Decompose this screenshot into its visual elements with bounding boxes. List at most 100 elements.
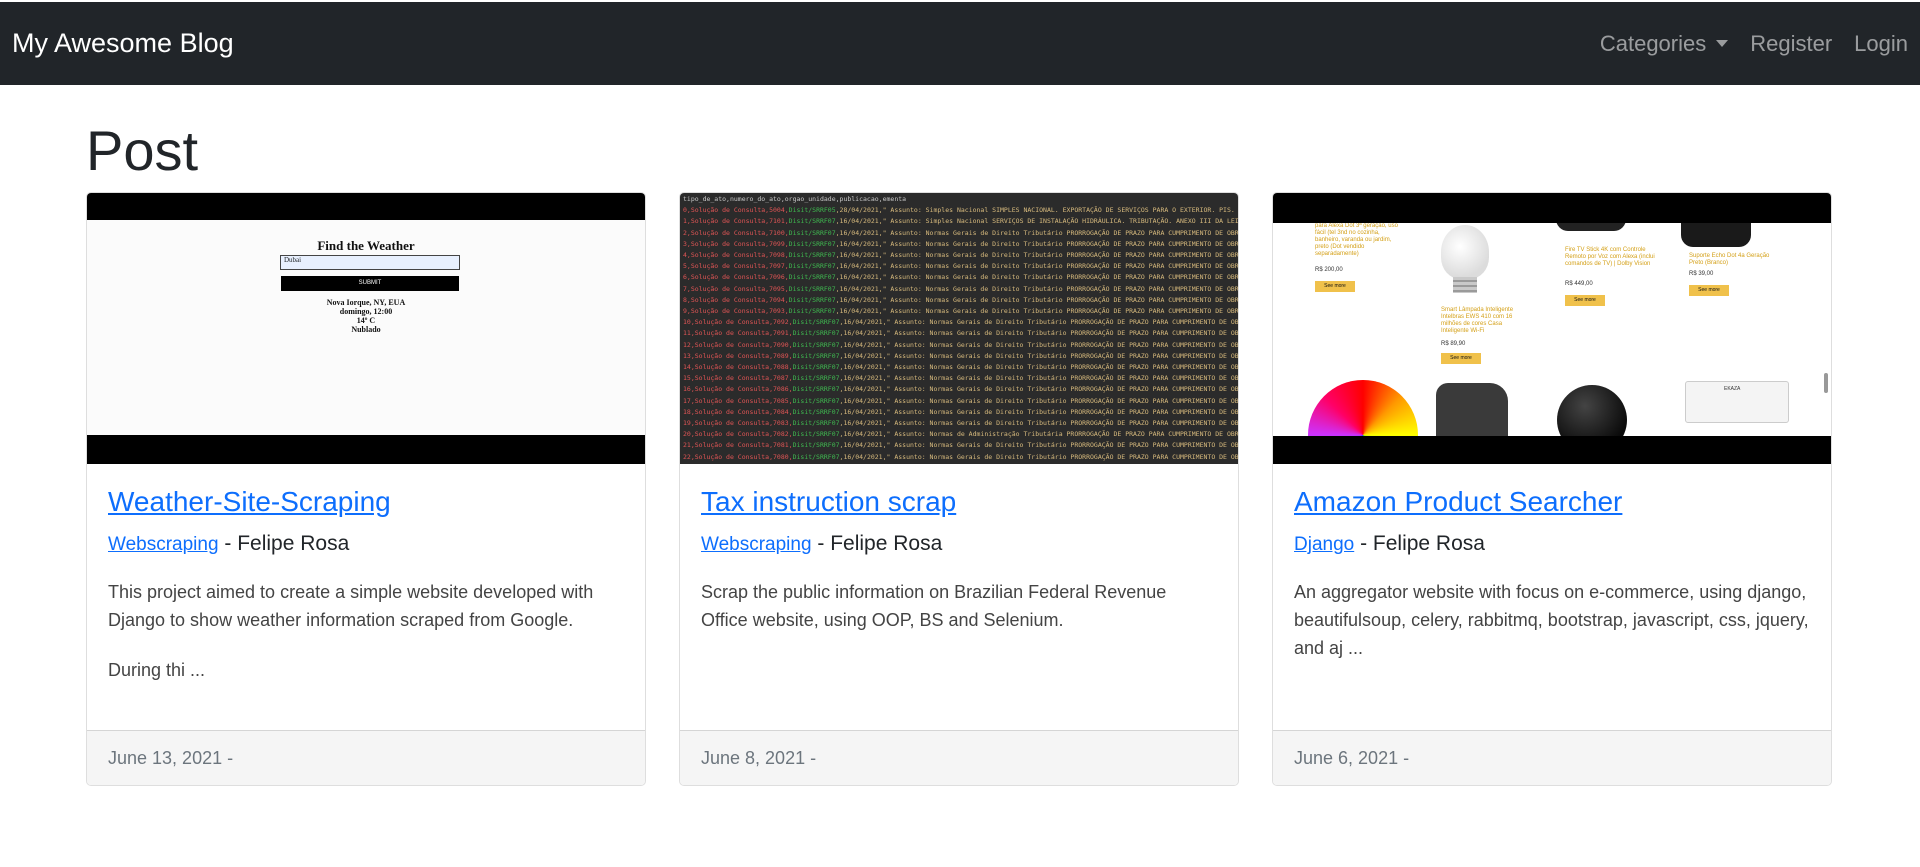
post-title-link[interactable]: Amazon Product Searcher — [1294, 486, 1622, 518]
thumb-weather-info: Nova Iorque, NY, EUA domingo, 12:00 14º … — [87, 298, 645, 334]
terminal-cell: 22,Solução de Consulta,7080, — [683, 452, 793, 461]
color-bulb-image — [1308, 380, 1418, 436]
thumbnail-canvas: Find the Weather Dubai SUBMIT Nova Iorqu… — [87, 220, 645, 435]
thumb-line: 14º C — [356, 316, 376, 325]
terminal-row: 19,Solução de Consulta,7083,Disit/SRRF07… — [683, 418, 1238, 429]
author: - Felipe Rosa — [224, 532, 350, 555]
terminal-cell: 8,Solução de Consulta,7094, — [683, 295, 789, 304]
terminal-row: 14,Solução de Consulta,7088,Disit/SRRF07… — [683, 362, 1238, 373]
terminal-row: 5,Solução de Consulta,7097,Disit/SRRF07,… — [683, 261, 1238, 272]
terminal-row: 15,Solução de Consulta,7087,Disit/SRRF07… — [683, 373, 1238, 384]
terminal-row: 7,Solução de Consulta,7095,Disit/SRRF07,… — [683, 284, 1238, 295]
switch-image: EKAZA — [1685, 381, 1789, 423]
terminal-cell: 9,Solução de Consulta,7093, — [683, 307, 789, 316]
thumbnail-terminal: tipo_de_ato,numero_do_ato,orgao_unidade,… — [680, 193, 1238, 464]
terminal-cell: ,16/04/2021," Assunto: Normas Gerais de … — [835, 228, 1238, 237]
terminal-cell: Disit/SRRF07 — [788, 284, 836, 293]
post-thumbnail[interactable]: para Alexa Dot 3ª geração, uso fácil (te… — [1273, 193, 1831, 464]
navbar: My Awesome Blog Categories Register Logi… — [0, 2, 1920, 85]
terminal-cell: 20,Solução de Consulta,7082, — [683, 430, 793, 439]
terminal-row: 11,Solução de Consulta,7091,Disit/SRRF07… — [683, 328, 1238, 339]
terminal-cell: 7,Solução de Consulta,7095, — [683, 284, 789, 293]
card-footer: June 6, 2021 - — [1273, 730, 1831, 785]
thumb-product-text: Suporte Echo Dot 4a Geração Preto (Branc… — [1689, 253, 1770, 266]
terminal-cell: ,16/04/2021," Assunto: Normas Gerais de … — [839, 407, 1238, 416]
terminal-row: 17,Solução de Consulta,7085,Disit/SRRF07… — [683, 396, 1238, 407]
smart-plug-image — [1436, 383, 1508, 436]
post-excerpt: Scrap the public information on Brazilia… — [701, 582, 1167, 630]
terminal-cell: 3,Solução de Consulta,7099, — [683, 239, 789, 248]
post-card: tipo_de_ato,numero_do_ato,orgao_unidade,… — [679, 192, 1239, 786]
thumb-see-more: See more — [1315, 281, 1355, 292]
terminal-cell: 6,Solução de Consulta,7096, — [683, 273, 789, 282]
thumb-line: domingo, 12:00 — [339, 307, 393, 316]
nav-links: Categories Register Login — [1578, 31, 1908, 57]
terminal-row: 13,Solução de Consulta,7089,Disit/SRRF07… — [683, 351, 1238, 362]
terminal-row: 8,Solução de Consulta,7094,Disit/SRRF07,… — [683, 295, 1238, 306]
post-meta: Webscraping - Felipe Rosa — [108, 532, 624, 556]
terminal-cell: Disit/SRRF07 — [792, 340, 840, 349]
terminal-cell: ,16/04/2021," Assunto: Normas Gerais de … — [839, 374, 1238, 383]
terminal-cell: 2,Solução de Consulta,7100, — [683, 228, 789, 237]
terminal-cell: 1,Solução de Consulta,7101, — [683, 217, 789, 226]
terminal-cell: Disit/SRRF07 — [792, 407, 840, 416]
terminal-cell: ,16/04/2021," Assunto: Normas de Adminis… — [839, 430, 1238, 439]
thumb-line: Nublado — [351, 325, 381, 334]
terminal-row: 20,Solução de Consulta,7082,Disit/SRRF07… — [683, 429, 1238, 440]
terminal-cell: Disit/SRRF07 — [792, 396, 840, 405]
stand-image — [1681, 223, 1751, 247]
terminal-cell: 11,Solução de Consulta,7091, — [683, 329, 793, 338]
terminal-cell: ,16/04/2021," Assunto: Normas Gerais de … — [839, 351, 1238, 360]
terminal-cell: Disit/SRRF05 — [788, 206, 836, 215]
terminal-row: 23,Solução de Consulta,7079,Disit/SRRF07… — [683, 463, 1238, 465]
category-link[interactable]: Django — [1294, 534, 1354, 555]
terminal-cell: 12,Solução de Consulta,7090, — [683, 340, 793, 349]
terminal-cell: Disit/SRRF07 — [788, 217, 836, 226]
terminal-cell: 19,Solução de Consulta,7083, — [683, 419, 793, 428]
login-link[interactable]: Login — [1854, 31, 1908, 57]
thumb-button: SUBMIT — [281, 276, 459, 291]
terminal-cell: Disit/SRRF07 — [792, 329, 840, 338]
thumb-title: Find the Weather — [317, 238, 415, 253]
post-thumbnail[interactable]: Find the Weather Dubai SUBMIT Nova Iorqu… — [87, 193, 645, 464]
terminal-cell: Disit/SRRF07 — [788, 262, 836, 271]
terminal-cell: ,28/04/2021," Assunto: Simples Nacional … — [835, 206, 1238, 215]
terminal-cell: ,16/04/2021," Assunto: Normas Gerais de … — [835, 239, 1238, 248]
category-link[interactable]: Webscraping — [701, 534, 812, 555]
terminal-cell: 18,Solução de Consulta,7084, — [683, 407, 793, 416]
terminal-row: 22,Solução de Consulta,7080,Disit/SRRF07… — [683, 452, 1238, 463]
terminal-cell: Disit/SRRF07 — [792, 441, 840, 450]
terminal-cell: 5,Solução de Consulta,7097, — [683, 262, 789, 271]
register-link[interactable]: Register — [1750, 31, 1832, 57]
caret-down-icon — [1716, 40, 1729, 47]
terminal-cell: 17,Solução de Consulta,7085, — [683, 396, 793, 405]
post-thumbnail[interactable]: tipo_de_ato,numero_do_ato,orgao_unidade,… — [680, 193, 1238, 464]
terminal-row: 2,Solução de Consulta,7100,Disit/SRRF07,… — [683, 228, 1238, 239]
thumb-product-text: Smart Lâmpada Inteligente Intelbras EWS … — [1441, 307, 1514, 334]
terminal-cell: Disit/SRRF07 — [788, 295, 836, 304]
post-title-link[interactable]: Tax instruction scrap — [701, 486, 956, 518]
terminal-cell: 4,Solução de Consulta,7098, — [683, 251, 789, 260]
thumb-product-text: para Alexa Dot 3ª geração, uso fácil (te… — [1315, 223, 1398, 257]
post-date: June 8, 2021 - — [701, 747, 817, 768]
terminal-cell: 0,Solução de Consulta,5004, — [683, 206, 789, 215]
terminal-row: 16,Solução de Consulta,7086,Disit/SRRF07… — [683, 384, 1238, 395]
brand-link[interactable]: My Awesome Blog — [12, 28, 234, 59]
terminal-cell: ,16/04/2021," Assunto: Normas Gerais de … — [839, 396, 1238, 405]
terminal-cell: ,16/04/2021," Assunto: Normas Gerais de … — [835, 273, 1238, 282]
terminal-cell: Disit/SRRF07 — [788, 251, 836, 260]
thumbnail-canvas: para Alexa Dot 3ª geração, uso fácil (te… — [1273, 223, 1831, 436]
category-link[interactable]: Webscraping — [108, 534, 219, 555]
post-title-link[interactable]: Weather-Site-Scraping — [108, 486, 391, 518]
page-title: Post — [86, 119, 199, 182]
thumb-see-more: See more — [1565, 295, 1605, 306]
terminal-cell: ,16/04/2021," Assunto: Normas Gerais de … — [835, 295, 1238, 304]
card-body: Amazon Product Searcher Django - Felipe … — [1273, 464, 1831, 730]
terminal-cell: Disit/SRRF07 — [788, 273, 836, 282]
categories-dropdown[interactable]: Categories — [1600, 31, 1729, 57]
thumb-product-price: R$ 89,90 — [1441, 341, 1466, 347]
card-body: Tax instruction scrap Webscraping - Feli… — [680, 464, 1238, 730]
echo-dot-image — [1557, 385, 1627, 436]
post-excerpt: This project aimed to create a simple we… — [108, 582, 594, 630]
terminal-row: 18,Solução de Consulta,7084,Disit/SRRF07… — [683, 407, 1238, 418]
